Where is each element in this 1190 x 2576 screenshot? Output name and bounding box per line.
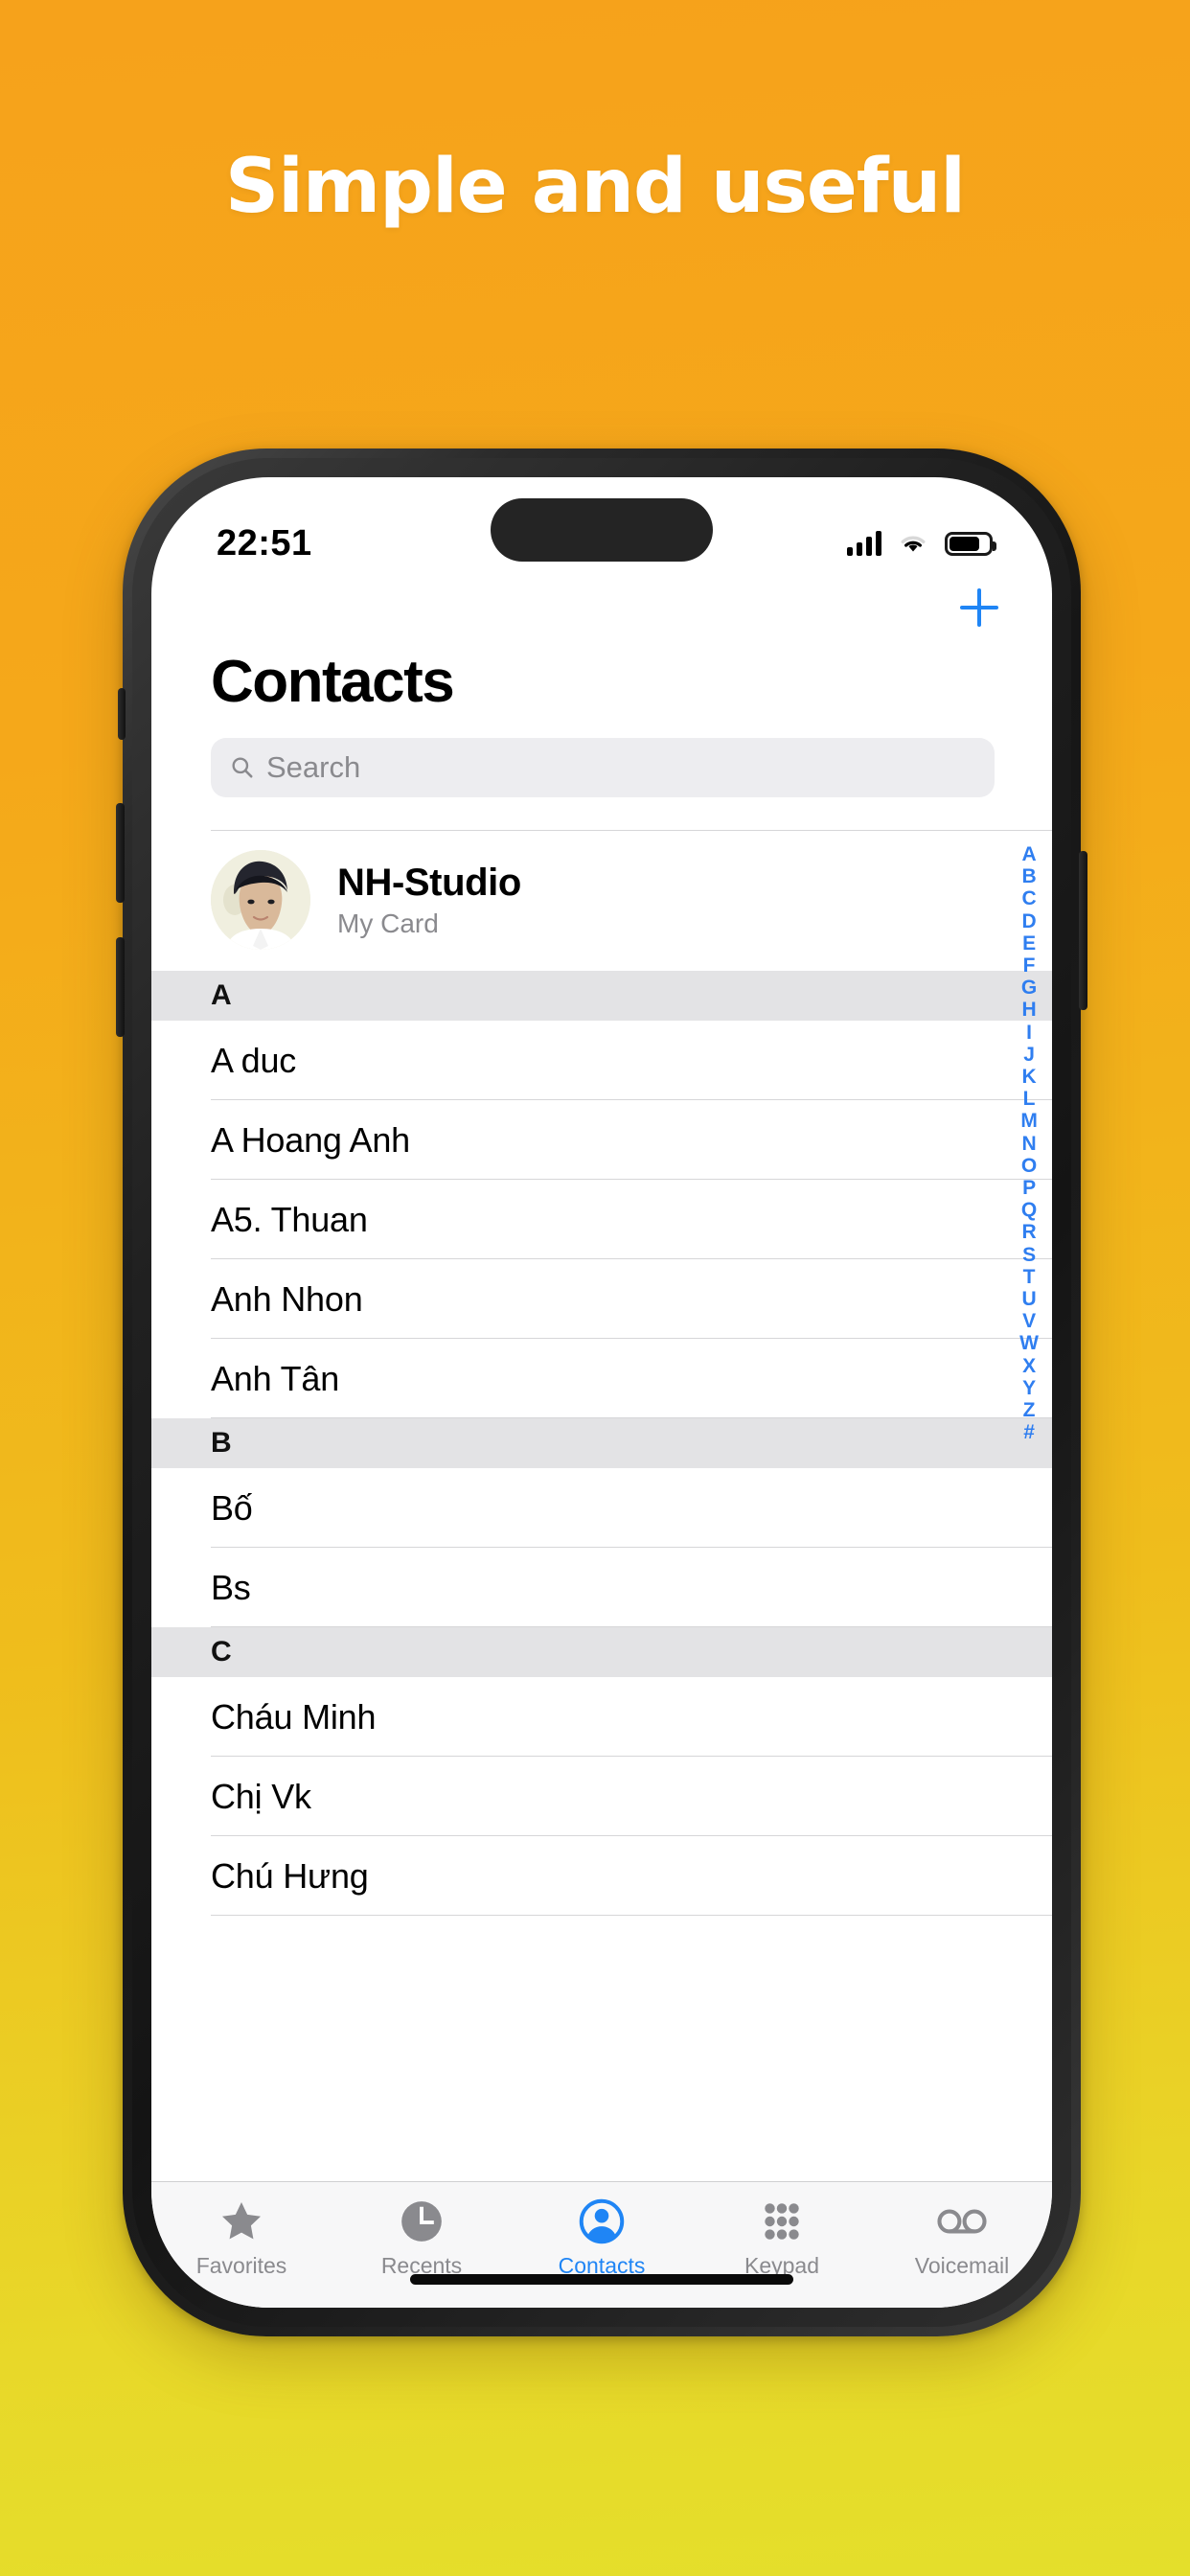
wifi-icon: [901, 536, 926, 552]
search-placeholder: Search: [266, 750, 361, 784]
index-letter[interactable]: E: [1022, 932, 1036, 954]
phone-screen: 22:51 Contacts Search NH-Studio My Card …: [151, 477, 1052, 2308]
index-letter[interactable]: #: [1023, 1421, 1035, 1443]
contact-sections: AA duc A Hoang Anh A5. Thuan Anh Nhon Anh Tâ…: [151, 971, 1052, 1916]
tab-label: Voicemail: [914, 2253, 1010, 2278]
contacts-list[interactable]: NH-Studio My Card AA duc A Hoang Anh A5. T…: [151, 830, 1052, 2181]
contact-photo-avatar: [211, 850, 310, 950]
index-letter[interactable]: Q: [1021, 1199, 1037, 1221]
contact-row[interactable]: Anh Tân: [151, 1339, 1052, 1418]
contact-row[interactable]: A5. Thuan: [151, 1180, 1052, 1259]
index-letter[interactable]: H: [1022, 999, 1037, 1021]
contact-row[interactable]: Bs: [151, 1548, 1052, 1627]
contact-row[interactable]: Chị Vk: [151, 1757, 1052, 1836]
alphabet-index[interactable]: A B C D E F G H I J K L M N O P Q R S T U V W X Y Z #: [1019, 843, 1039, 1443]
index-letter[interactable]: L: [1023, 1088, 1036, 1110]
my-card-name: NH-Studio: [337, 861, 521, 904]
index-letter[interactable]: U: [1022, 1288, 1037, 1310]
my-card-text: NH-Studio My Card: [337, 862, 521, 939]
phone-mockup: 22:51 Contacts Search NH-Studio My Card …: [116, 448, 1087, 2336]
battery-icon: [945, 531, 996, 556]
index-letter[interactable]: V: [1022, 1310, 1036, 1332]
index-letter[interactable]: D: [1022, 910, 1037, 932]
contact-row[interactable]: Chú Hưng: [151, 1836, 1052, 1916]
voicemail-icon: [935, 2196, 989, 2247]
person-circle-icon: [578, 2196, 626, 2247]
dynamic-island: [491, 498, 713, 562]
silent-switch-button[interactable]: [118, 688, 126, 740]
tab-voicemail[interactable]: Voicemail: [872, 2196, 1052, 2279]
tab-recents[interactable]: Recents: [332, 2196, 512, 2279]
index-letter[interactable]: G: [1021, 977, 1037, 999]
tab-keypad[interactable]: Keypad: [692, 2196, 872, 2279]
index-letter[interactable]: T: [1023, 1266, 1036, 1288]
section-header: B: [151, 1418, 1052, 1468]
section-header: A: [151, 971, 1052, 1021]
page-headline: Simple and useful: [224, 144, 966, 230]
volume-down-button[interactable]: [116, 937, 125, 1037]
status-icons: [847, 531, 996, 556]
clock-icon: [398, 2196, 446, 2247]
index-letter[interactable]: W: [1019, 1332, 1039, 1354]
tab-bar[interactable]: Favorites Recents Contacts Keypad Voicemail: [151, 2181, 1052, 2308]
index-letter[interactable]: R: [1022, 1221, 1037, 1243]
star-icon: [217, 2196, 265, 2247]
tab-contacts[interactable]: Contacts: [512, 2196, 692, 2279]
index-letter[interactable]: X: [1022, 1355, 1036, 1377]
my-card-row[interactable]: NH-Studio My Card: [151, 831, 1052, 971]
contact-row[interactable]: Cháu Minh: [151, 1677, 1052, 1757]
index-letter[interactable]: C: [1022, 887, 1037, 909]
index-letter[interactable]: J: [1023, 1044, 1035, 1066]
page-title: Contacts: [211, 649, 455, 715]
search-icon: [232, 757, 253, 778]
contact-row[interactable]: A Hoang Anh: [151, 1100, 1052, 1180]
index-letter[interactable]: S: [1022, 1244, 1036, 1266]
index-letter[interactable]: F: [1023, 954, 1036, 977]
power-button[interactable]: [1079, 851, 1087, 1010]
index-letter[interactable]: A: [1022, 843, 1037, 865]
index-letter[interactable]: N: [1022, 1133, 1037, 1155]
index-letter[interactable]: K: [1022, 1066, 1037, 1088]
keypad-dots-icon: [758, 2196, 806, 2247]
tab-label: Favorites: [195, 2253, 287, 2278]
my-card-subtitle: My Card: [337, 908, 439, 938]
nav-bar: [151, 581, 1052, 638]
contact-row[interactable]: Anh Nhon: [151, 1259, 1052, 1339]
tab-favorites[interactable]: Favorites: [151, 2196, 332, 2279]
index-letter[interactable]: Y: [1022, 1377, 1036, 1399]
section-header: C: [151, 1627, 1052, 1677]
home-indicator[interactable]: [410, 2274, 793, 2285]
add-contact-button[interactable]: [952, 581, 1006, 634]
status-time: 22:51: [217, 522, 312, 564]
phone-body: 22:51 Contacts Search NH-Studio My Card …: [116, 448, 1087, 2336]
volume-up-button[interactable]: [116, 803, 125, 903]
signal-bars-icon: [847, 531, 881, 556]
index-letter[interactable]: B: [1022, 865, 1037, 887]
avatar: [211, 850, 310, 950]
index-letter[interactable]: I: [1026, 1022, 1032, 1044]
contact-row[interactable]: Bố: [151, 1468, 1052, 1548]
index-letter[interactable]: P: [1022, 1177, 1036, 1199]
index-letter[interactable]: M: [1020, 1110, 1038, 1132]
search-input[interactable]: Search: [211, 738, 995, 797]
index-letter[interactable]: O: [1021, 1155, 1037, 1177]
contact-row[interactable]: A duc: [151, 1021, 1052, 1100]
index-letter[interactable]: Z: [1023, 1399, 1036, 1421]
